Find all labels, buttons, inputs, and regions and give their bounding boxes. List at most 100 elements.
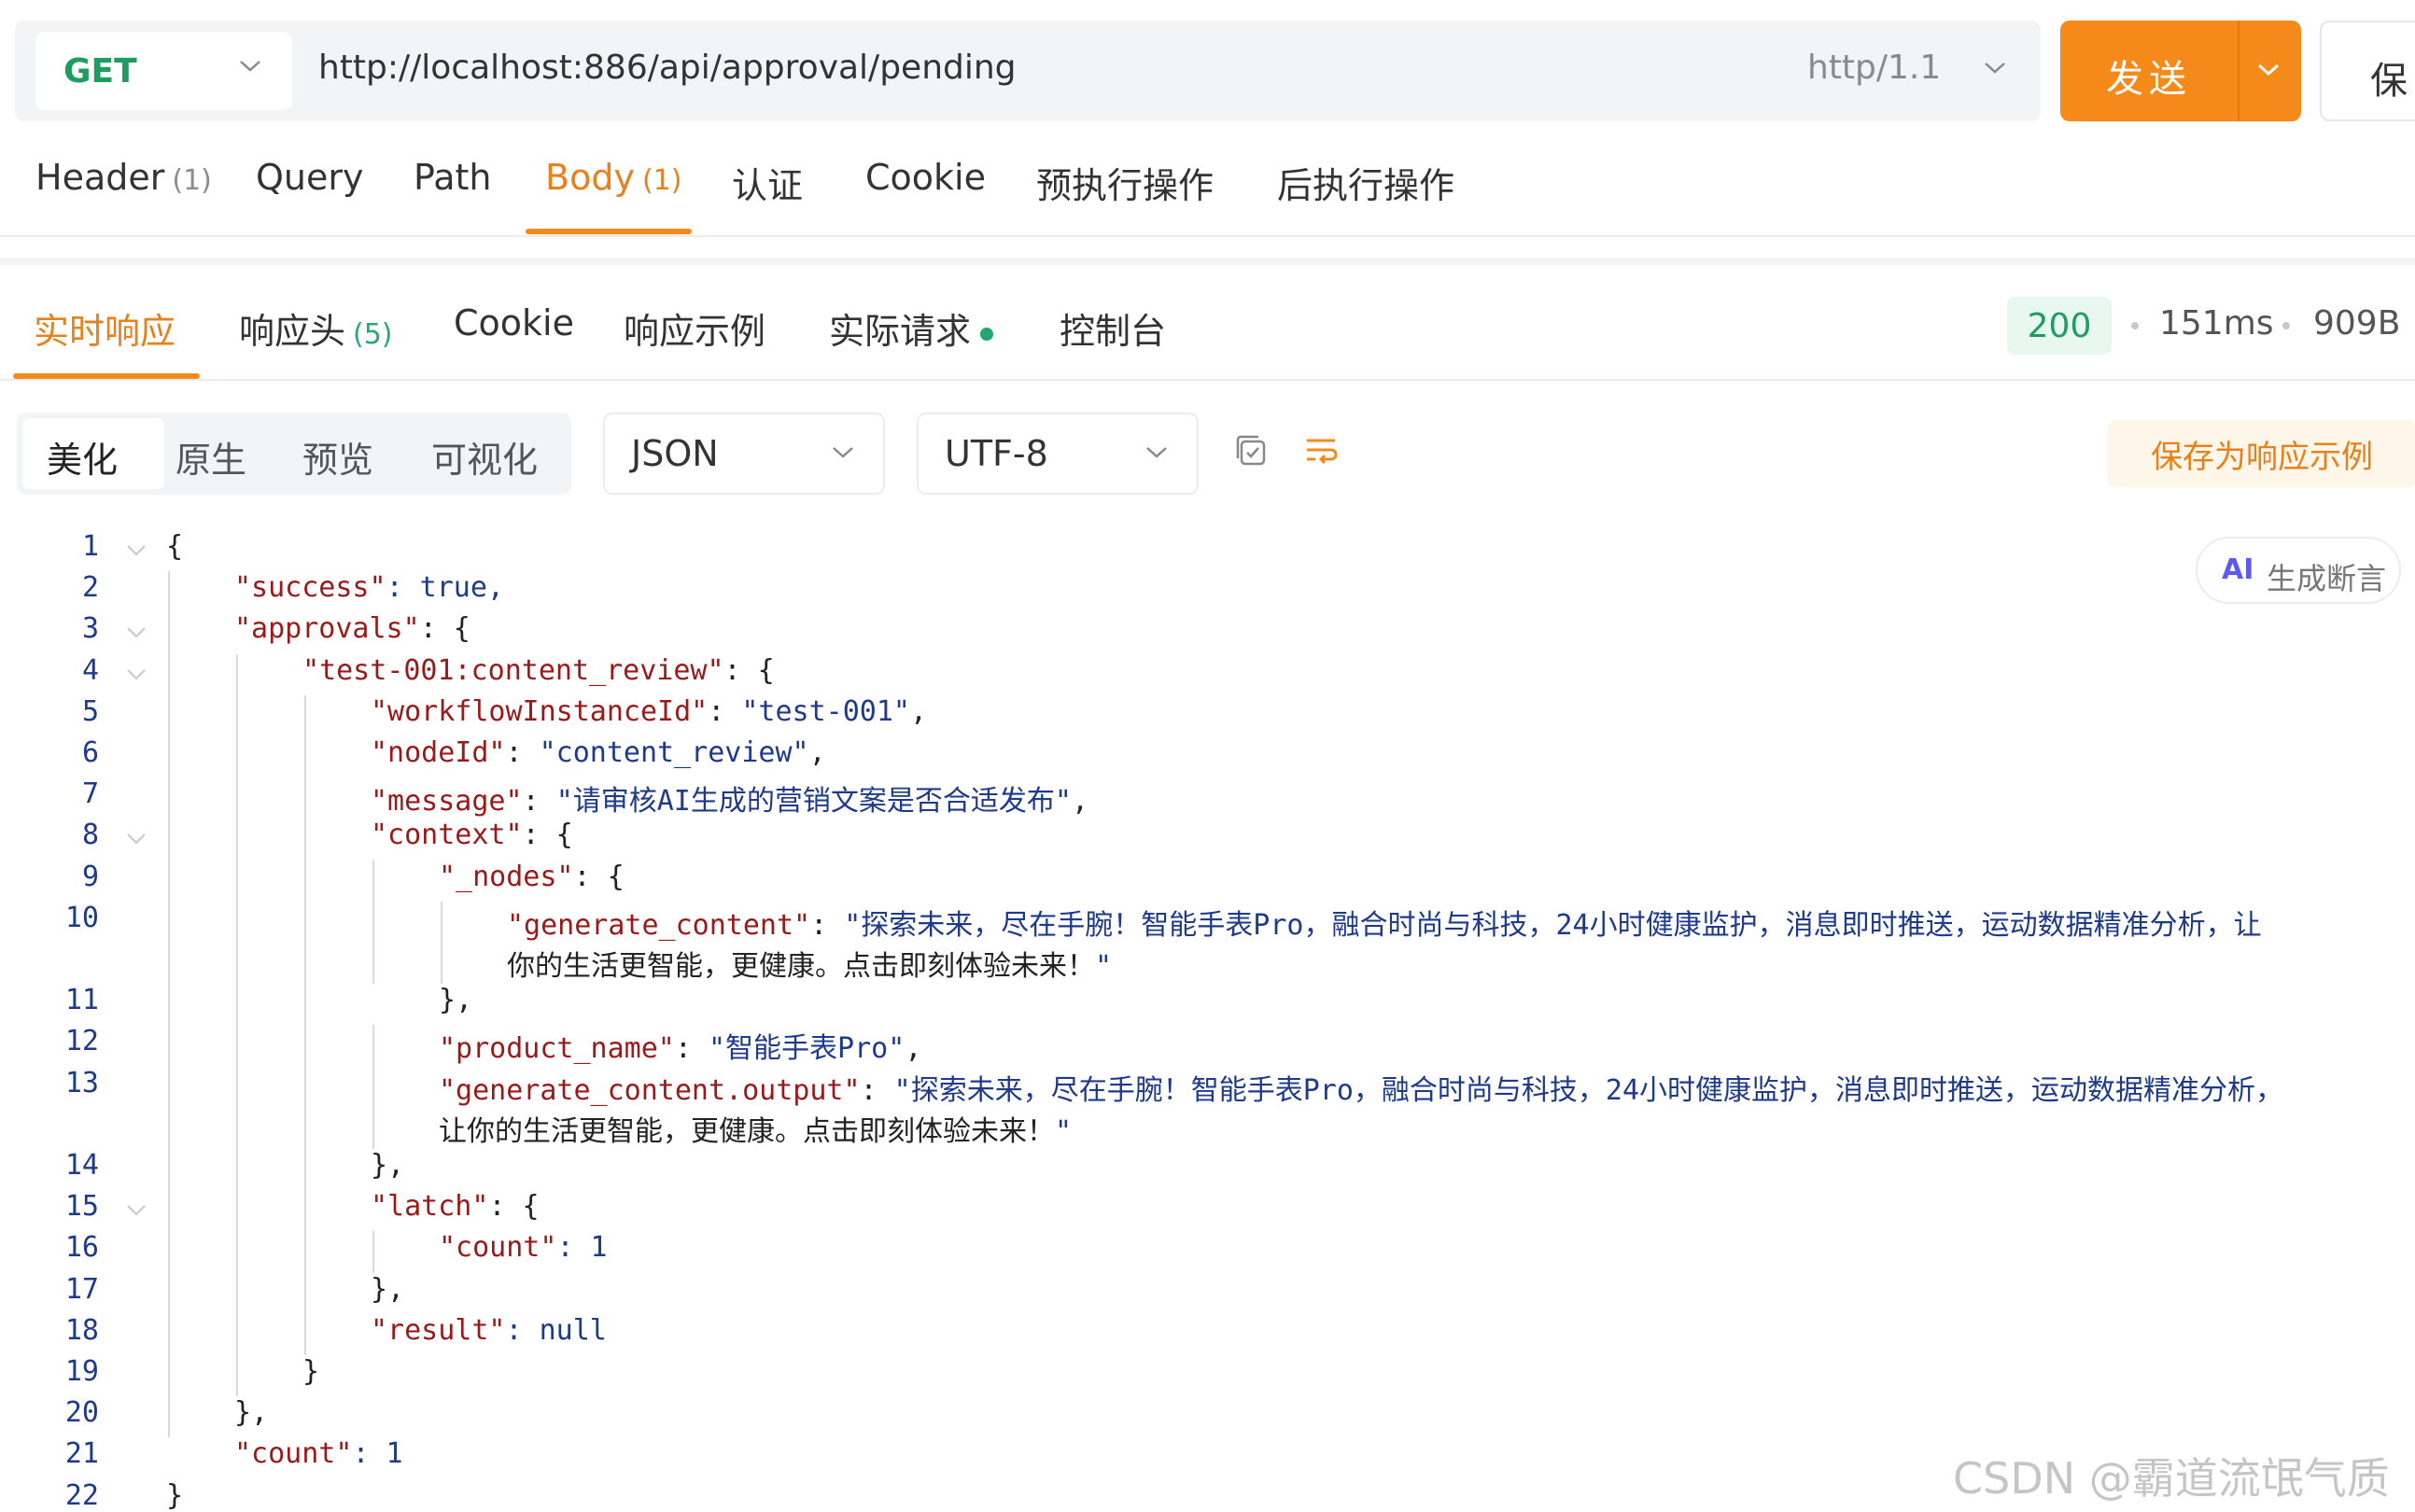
json-punct: }	[166, 1478, 184, 1512]
code-line: 让你的生活更智能，更健康。点击即刻体验未来！"	[439, 1108, 1072, 1149]
code-line: "count": 1	[439, 1231, 608, 1264]
json-key: "count"	[234, 1437, 353, 1471]
json-literal: : 1	[352, 1437, 403, 1471]
view-mode-preview[interactable]: 预览	[302, 431, 373, 483]
code-line: }	[166, 1479, 183, 1512]
line-number: 17	[64, 1272, 99, 1306]
tab-post-request[interactable]: 后执行操作	[1277, 157, 1454, 208]
save-button[interactable]: 保	[2320, 21, 2415, 121]
tab-pre-request[interactable]: 预执行操作	[1036, 157, 1214, 208]
format-select[interactable]: JSON	[603, 413, 885, 495]
json-punct: :	[505, 736, 540, 769]
copy-icon[interactable]	[1232, 432, 1270, 469]
tab-response-headers[interactable]: 响应头 (5)	[239, 302, 393, 354]
tab-count: (1)	[172, 164, 212, 197]
view-mode-visualize[interactable]: 可视化	[431, 431, 538, 483]
indent-guide	[372, 1231, 374, 1273]
tab-header[interactable]: Header (1)	[35, 157, 212, 198]
json-punct: : {	[522, 819, 573, 852]
json-punct: },	[371, 1272, 405, 1306]
tab-label: 响应示例	[624, 311, 766, 352]
tab-response-cookie[interactable]: Cookie	[454, 302, 574, 343]
code-line: 你的生活更智能，更健康。点击即刻体验未来！"	[507, 943, 1112, 984]
tab-label: Cookie	[865, 157, 986, 198]
json-punct: },	[371, 1149, 405, 1182]
json-key: "nodeId"	[371, 736, 506, 769]
save-as-example-button[interactable]: 保存为响应示例	[2108, 420, 2415, 487]
tab-auth[interactable]: 认证	[732, 157, 803, 208]
chevron-down-icon[interactable]	[2256, 62, 2281, 78]
tab-live-response[interactable]: 实时响应	[34, 302, 176, 354]
url-input[interactable]: http://localhost:886/api/approval/pendin…	[318, 49, 1017, 87]
json-punct: :	[674, 1032, 709, 1066]
line-number: 10	[64, 901, 99, 934]
tab-response-examples[interactable]: 响应示例	[624, 302, 765, 354]
line-number: 21	[64, 1437, 99, 1471]
line-number: 3	[81, 612, 99, 646]
tab-label: 控制台	[1060, 311, 1167, 352]
json-punct: : {	[723, 653, 775, 687]
fold-chevron-icon[interactable]	[125, 832, 147, 847]
method-select[interactable]: GET	[35, 32, 292, 110]
json-string: "test-001"	[741, 694, 910, 728]
json-key: "test-001:content_review"	[302, 653, 724, 687]
tab-query[interactable]: Query	[256, 157, 363, 198]
tab-label: Query	[256, 157, 364, 198]
json-key: "latch"	[371, 1190, 489, 1224]
code-line: },	[371, 1273, 404, 1306]
section-divider	[0, 258, 2415, 265]
fold-chevron-icon[interactable]	[125, 543, 147, 558]
tab-label: Path	[414, 157, 492, 198]
word-wrap-icon[interactable]	[1303, 432, 1341, 469]
view-mode-raw[interactable]: 原生	[176, 431, 246, 483]
tab-label: Header	[35, 157, 165, 198]
status-badge: 200	[2007, 297, 2112, 355]
code-line: }	[302, 1355, 319, 1388]
fold-chevron-icon[interactable]	[125, 667, 147, 682]
json-key: "workflowInstanceId"	[371, 694, 709, 728]
indent-guide	[372, 860, 374, 985]
code-line: "approvals": {	[234, 612, 470, 645]
tab-label: 后执行操作	[1277, 165, 1455, 206]
tab-actual-request[interactable]: 实际请求	[829, 302, 994, 354]
json-punct: },	[439, 984, 473, 1017]
json-key: "message"	[371, 785, 523, 819]
line-number: 18	[64, 1313, 99, 1347]
indent-guide	[236, 653, 238, 1397]
fold-chevron-icon[interactable]	[125, 625, 147, 640]
send-button[interactable]: 发送	[2060, 21, 2301, 121]
line-number: 22	[64, 1478, 99, 1512]
json-punct: ,	[1071, 785, 1088, 819]
tab-label: 实际请求	[829, 311, 972, 352]
json-literal: : 1	[556, 1231, 608, 1265]
code-line: "success": true,	[234, 571, 504, 604]
json-key: "approvals"	[234, 612, 420, 646]
line-number: 7	[81, 777, 99, 811]
tab-console[interactable]: 控制台	[1060, 302, 1166, 354]
protocol-select[interactable]: http/1.1	[1807, 49, 1941, 87]
code-line: "workflowInstanceId": "test-001",	[371, 695, 927, 728]
line-number: 1	[81, 530, 99, 563]
json-literal: : null	[505, 1313, 607, 1347]
json-string: "	[1095, 950, 1113, 983]
json-punct: 你的生活更智能，更健康。点击即刻体验未来！	[507, 950, 1095, 983]
tab-cookie[interactable]: Cookie	[865, 157, 986, 198]
code-line: "_nodes": {	[439, 861, 625, 893]
response-size: 909B	[2313, 304, 2401, 343]
fold-chevron-icon[interactable]	[125, 1203, 147, 1218]
indent-guide	[372, 1025, 374, 1149]
encoding-select[interactable]: UTF-8	[917, 413, 1199, 495]
tab-count: (5)	[353, 318, 393, 351]
json-punct: :	[810, 908, 845, 942]
tab-path[interactable]: Path	[414, 157, 491, 198]
view-mode-pretty[interactable]: 美化	[47, 431, 118, 483]
json-key: "_nodes"	[439, 860, 574, 893]
watermark: CSDN @霸道流氓气质	[1953, 1453, 2390, 1504]
tab-body[interactable]: Body (1)	[545, 157, 681, 198]
json-punct: : {	[573, 860, 625, 893]
response-body-editor[interactable]: 1{2 "success": true, 3 "approvals": {4 "test…	[0, 523, 2415, 1512]
json-punct: {	[166, 530, 184, 563]
tab-label: 预执行操作	[1036, 165, 1215, 206]
code-line: "context": {	[371, 819, 573, 851]
json-key: "generate_content"	[507, 908, 811, 942]
